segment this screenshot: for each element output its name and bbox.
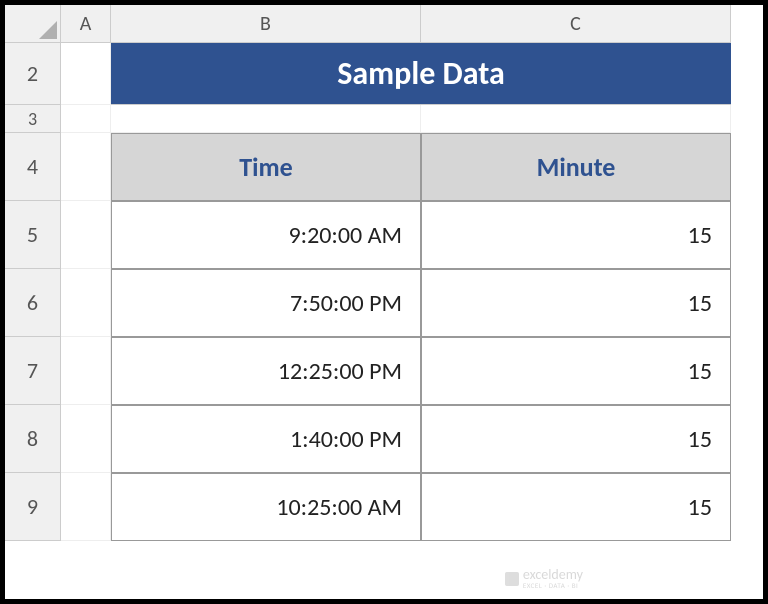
row-header-4[interactable]: 4 — [5, 133, 61, 201]
spreadsheet-grid: A B C 2 Sample Data 3 4 Time Minute 5 9:… — [5, 5, 763, 541]
row-header-5[interactable]: 5 — [5, 201, 61, 269]
title-banner[interactable]: Sample Data — [111, 43, 731, 105]
cell-b9[interactable]: 10:25:00 AM — [111, 473, 421, 541]
cell-b5[interactable]: 9:20:00 AM — [111, 201, 421, 269]
watermark-brand: exceldemy — [523, 568, 583, 582]
table-header-time[interactable]: Time — [111, 133, 421, 201]
cell-a3[interactable] — [61, 105, 111, 133]
row-header-2[interactable]: 2 — [5, 43, 61, 105]
watermark: exceldemy EXCEL · DATA · BI — [505, 568, 583, 589]
cell-a8[interactable] — [61, 405, 111, 473]
cell-c7[interactable]: 15 — [421, 337, 731, 405]
select-all-corner[interactable] — [5, 5, 61, 43]
row-header-6[interactable]: 6 — [5, 269, 61, 337]
table-header-minute[interactable]: Minute — [421, 133, 731, 201]
row-header-7[interactable]: 7 — [5, 337, 61, 405]
col-header-c[interactable]: C — [421, 5, 731, 43]
cell-c8[interactable]: 15 — [421, 405, 731, 473]
cell-c5[interactable]: 15 — [421, 201, 731, 269]
cell-a9[interactable] — [61, 473, 111, 541]
row-header-8[interactable]: 8 — [5, 405, 61, 473]
row-header-9[interactable]: 9 — [5, 473, 61, 541]
cell-a5[interactable] — [61, 201, 111, 269]
cell-a7[interactable] — [61, 337, 111, 405]
col-header-b[interactable]: B — [111, 5, 421, 43]
col-header-a[interactable]: A — [61, 5, 111, 43]
cell-b8[interactable]: 1:40:00 PM — [111, 405, 421, 473]
cell-a2[interactable] — [61, 43, 111, 105]
cell-a4[interactable] — [61, 133, 111, 201]
row-header-3[interactable]: 3 — [5, 105, 61, 133]
cell-b3[interactable] — [111, 105, 421, 133]
cell-c6[interactable]: 15 — [421, 269, 731, 337]
cell-b7[interactable]: 12:25:00 PM — [111, 337, 421, 405]
cell-a6[interactable] — [61, 269, 111, 337]
watermark-icon — [505, 572, 519, 586]
cell-c9[interactable]: 15 — [421, 473, 731, 541]
watermark-tagline: EXCEL · DATA · BI — [523, 582, 583, 589]
cell-c3[interactable] — [421, 105, 731, 133]
cell-b6[interactable]: 7:50:00 PM — [111, 269, 421, 337]
